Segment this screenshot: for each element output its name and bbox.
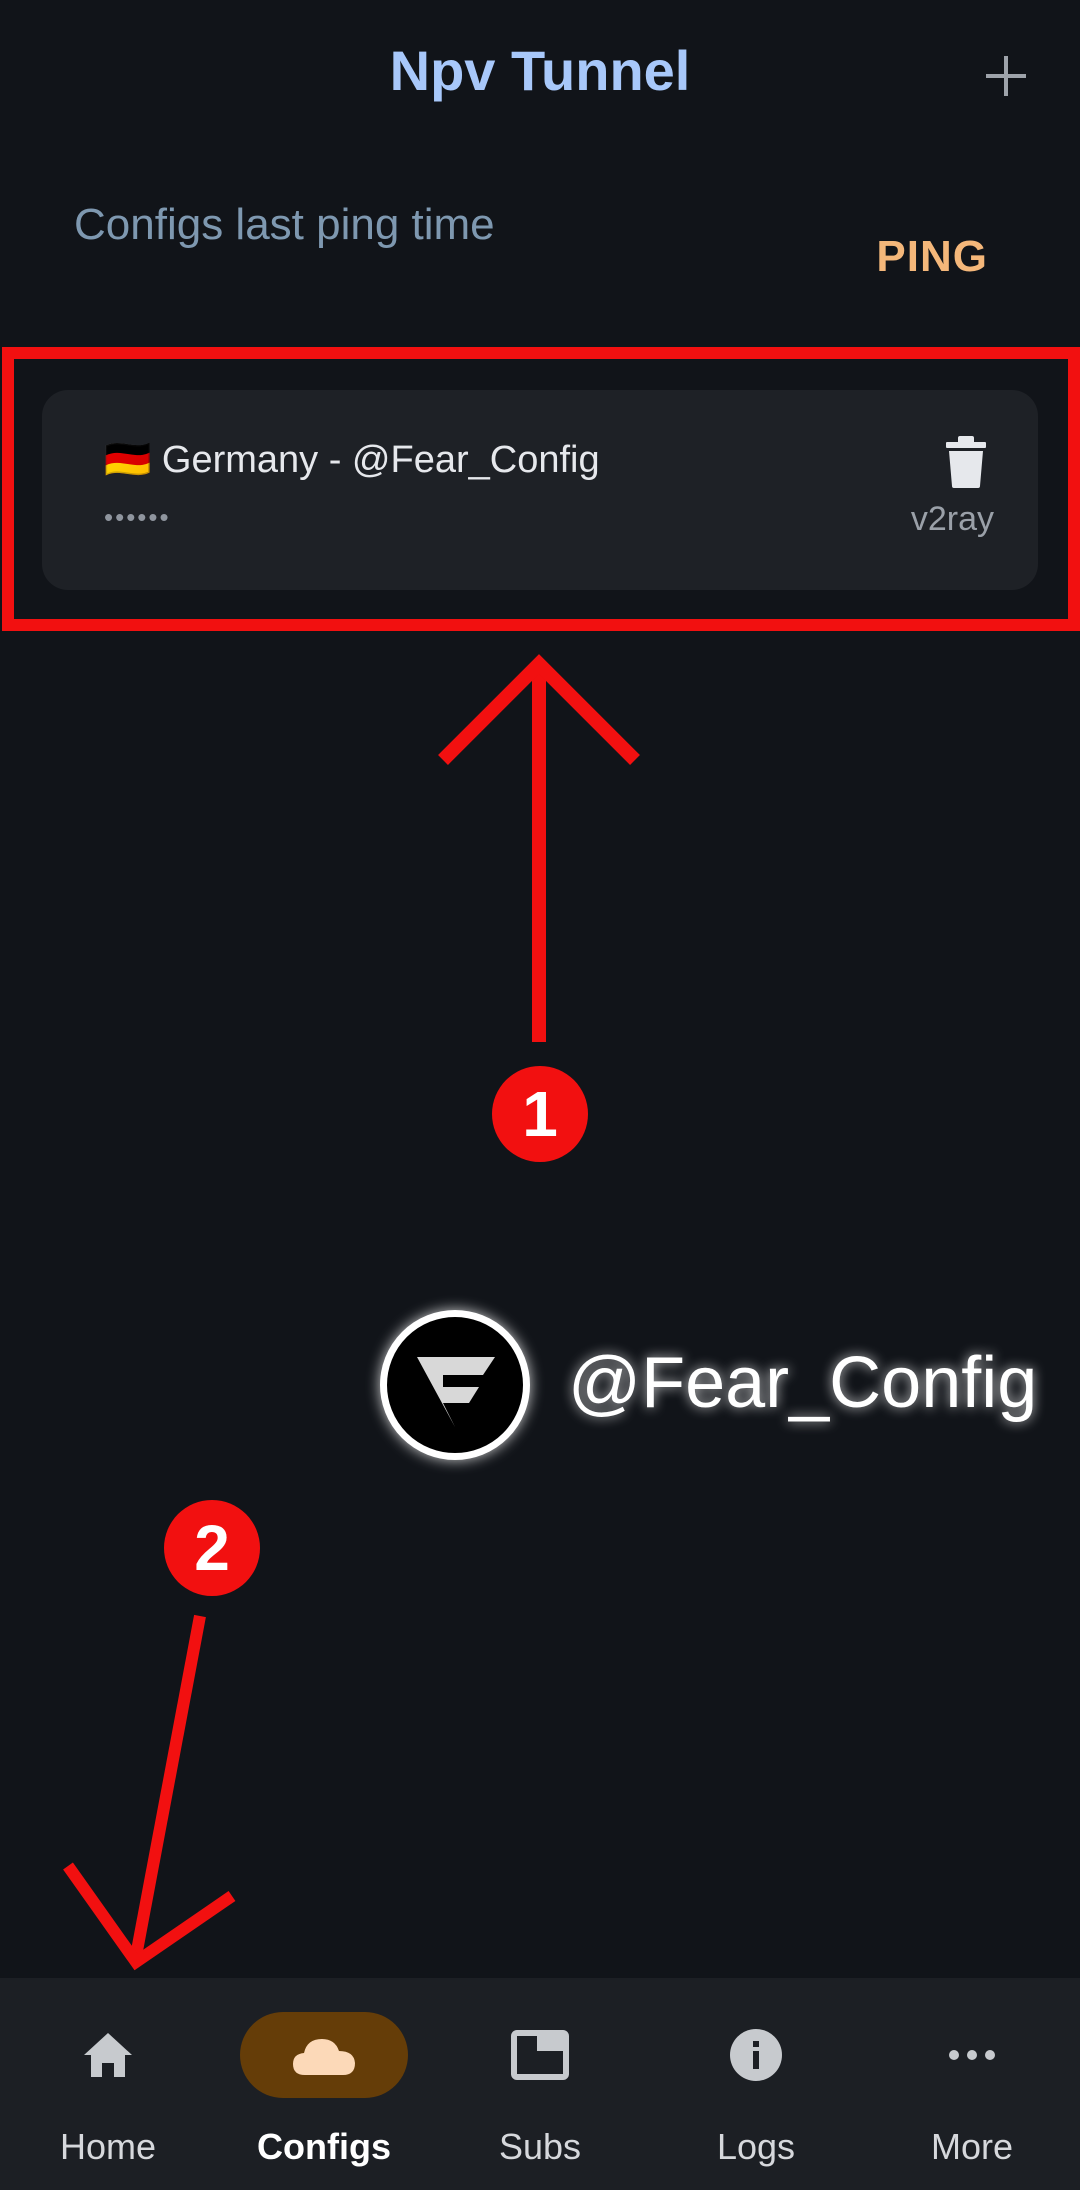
nav-pill-logs [672, 2012, 840, 2098]
watermark-logo [380, 1310, 530, 1460]
nav-pill-configs [240, 2012, 408, 2098]
nav-label-subs: Subs [498, 2126, 582, 2167]
highlight-box [2, 347, 1080, 631]
nav-item-logs[interactable]: Logs [648, 1978, 864, 2190]
f-logo-icon [417, 1357, 495, 1427]
nav-label-logs: Logs [716, 2126, 796, 2167]
watermark: @Fear_Config [380, 1310, 1070, 1460]
nav-item-configs[interactable]: Configs [216, 1978, 432, 2190]
app-screen: Npv Tunnel Configs last ping time PING 🇩… [0, 0, 1080, 2190]
info-icon [730, 2029, 782, 2081]
nav-item-subs[interactable]: Subs [432, 1978, 648, 2190]
more-dots-icon [949, 2050, 995, 2060]
nav-label-more: More [930, 2126, 1014, 2167]
home-icon [84, 2033, 132, 2077]
annotation-badge-1: 1 [492, 1066, 588, 1162]
nav-label-configs: Configs [257, 2126, 391, 2167]
arrow-2-shaft [130, 1614, 206, 1958]
nav-item-home[interactable]: Home [0, 1978, 216, 2190]
cloud-icon [293, 2039, 355, 2075]
nav-pill-subs [456, 2012, 624, 2098]
annotation-badge-2: 2 [164, 1500, 260, 1596]
nav-label-home: Home [59, 2126, 157, 2167]
watermark-text: @Fear_Config [568, 1343, 1038, 1423]
nav-item-more[interactable]: More [864, 1978, 1080, 2190]
bottom-nav: Home Configs Subs Logs More [0, 1978, 1080, 2190]
nav-pill-home [24, 2012, 192, 2098]
window-icon [511, 2030, 569, 2080]
nav-pill-more [888, 2012, 1056, 2098]
